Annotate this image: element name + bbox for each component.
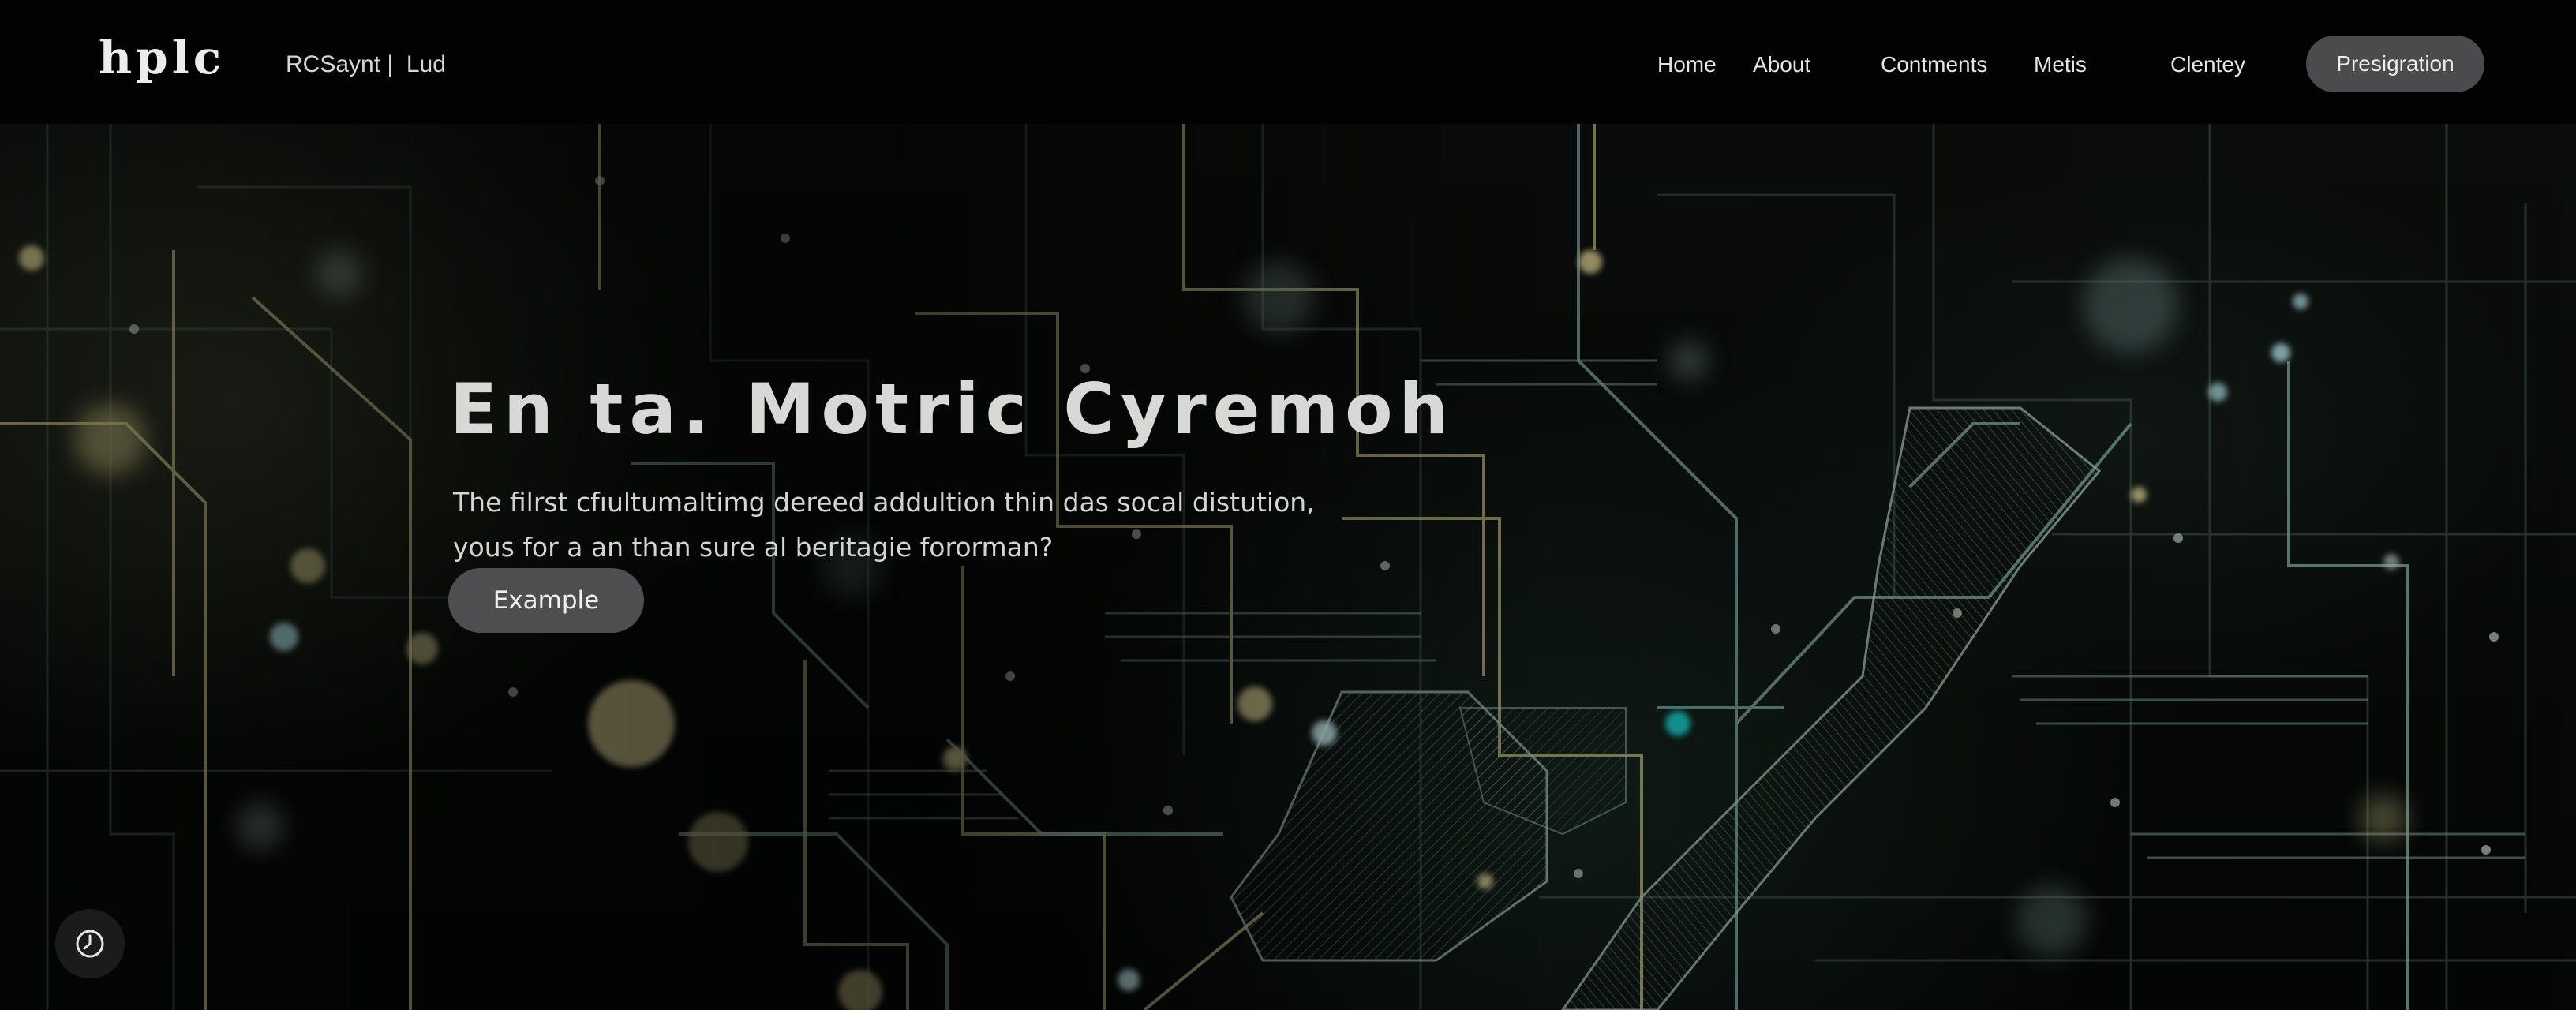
site-logo[interactable]: hplc bbox=[99, 30, 225, 85]
clock-icon bbox=[76, 930, 104, 958]
nav-metis-link[interactable]: Metis bbox=[2034, 49, 2087, 80]
hero-section: En ta. Motric Cyremoh The filrst cfıultu… bbox=[0, 124, 2576, 1010]
clock-button[interactable] bbox=[55, 909, 125, 978]
page: hplc RCSaynt | Lud Home About Contments … bbox=[0, 0, 2576, 1010]
hero-title: En ta. Motric Cyremoh bbox=[450, 368, 1455, 450]
nav-home-link[interactable]: Home bbox=[1657, 49, 1717, 80]
nav-contments-link[interactable]: Contments bbox=[1881, 49, 1987, 80]
hero-description-line-2: yous for a an than sure al beritagie for… bbox=[453, 532, 1054, 563]
top-navbar: hplc RCSaynt | Lud Home About Contments … bbox=[0, 0, 2576, 124]
nav-clentey-link[interactable]: Clentey bbox=[2170, 49, 2245, 80]
registration-button[interactable]: Presigration bbox=[2306, 36, 2484, 92]
site-tagline: RCSaynt | Lud bbox=[286, 51, 446, 77]
hero-description-line-1: The filrst cfıultumaltimg dereed addulti… bbox=[453, 487, 1315, 518]
example-button[interactable]: Example bbox=[448, 568, 644, 633]
nav-about-link[interactable]: About bbox=[1753, 49, 1810, 80]
hero-description: The filrst cfıultumaltimg dereed addulti… bbox=[453, 480, 1400, 570]
